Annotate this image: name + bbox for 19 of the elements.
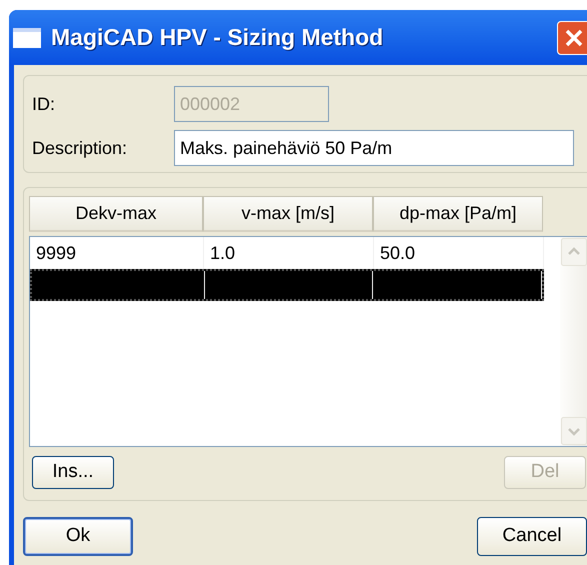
table-cell-text: 50.0	[380, 242, 416, 264]
dialog-button[interactable]: Cancel	[477, 517, 587, 556]
column-header[interactable]: dp-max [Pa/m]	[373, 196, 543, 232]
dialog-button[interactable]: Ok	[23, 517, 133, 556]
field-label: ID:	[32, 92, 56, 116]
close-button[interactable]	[557, 20, 587, 54]
column-header[interactable]: Dekv-max	[29, 196, 203, 232]
table-cell-text: 9999	[36, 242, 76, 264]
text-field[interactable]: Maks. painehäviö 50 Pa/m	[174, 130, 574, 166]
column-header[interactable]: v-max [m/s]	[203, 196, 373, 232]
dialog-button[interactable]: Ins...	[32, 456, 114, 489]
table-row[interactable]	[30, 269, 544, 301]
window-icon	[13, 28, 41, 48]
scroll-up-icon	[561, 238, 587, 266]
field-label: Description:	[32, 136, 128, 160]
window-title: MagiCAD HPV - Sizing Method	[51, 23, 384, 52]
close-icon	[564, 28, 584, 48]
table-cell-text: 1.0	[210, 242, 236, 264]
scroll-down-icon	[561, 417, 587, 445]
